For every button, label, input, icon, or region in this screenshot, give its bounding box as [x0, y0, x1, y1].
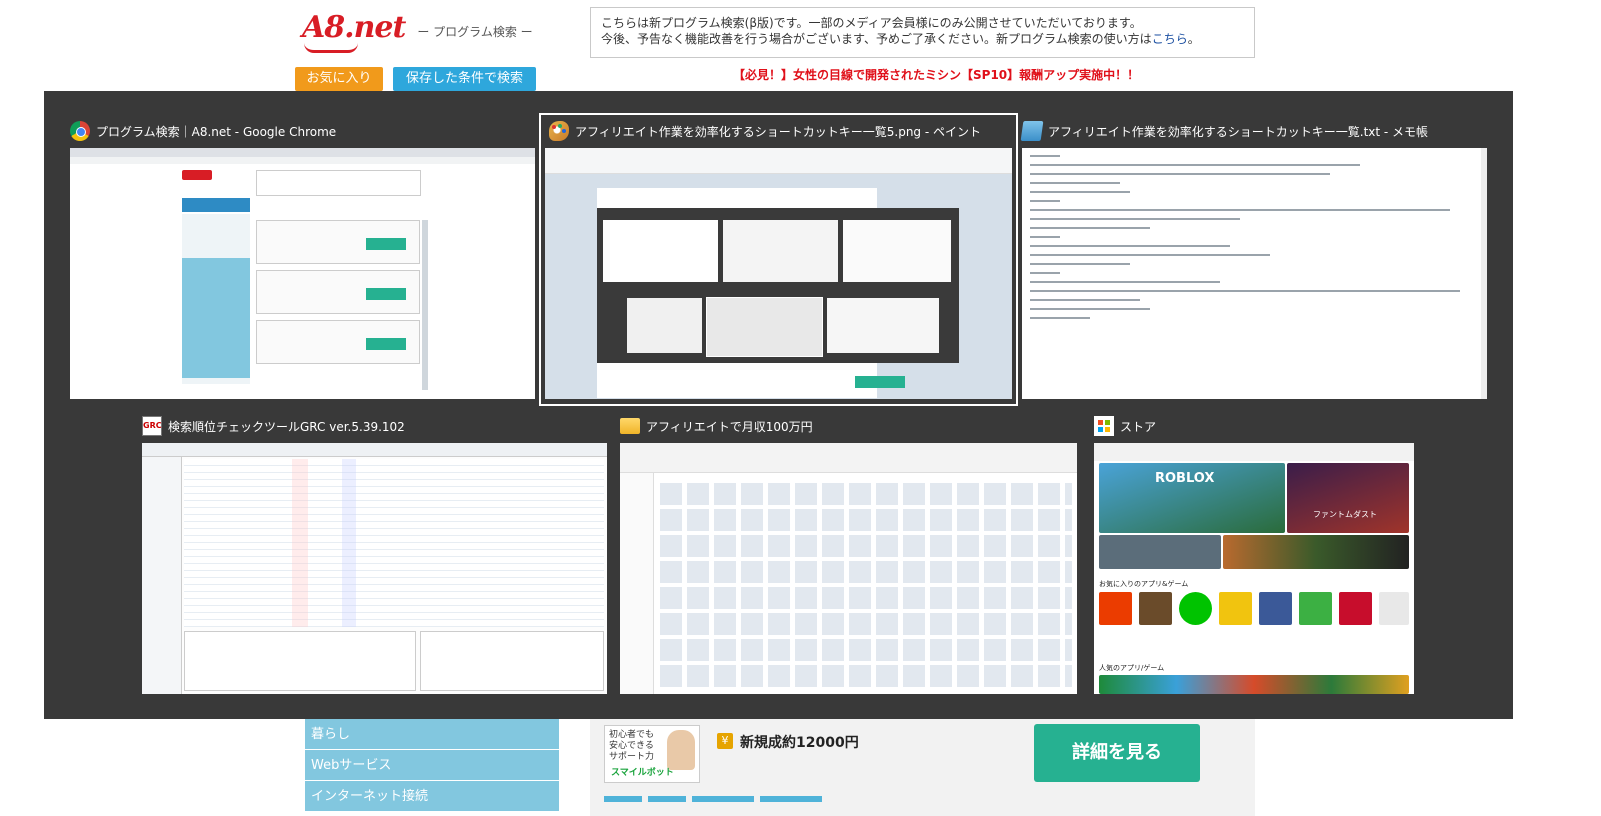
store-icon	[1094, 416, 1114, 436]
chrome-icon	[70, 121, 90, 141]
folder-icon	[620, 418, 640, 434]
task-switcher: プログラム検索｜A8.net - Google Chrome アフィリエイト作業…	[44, 91, 1513, 719]
program-banner-image[interactable]: 初心者でも安心できるサポート力 スマイルボット	[604, 725, 700, 783]
howto-link[interactable]: こちら	[1152, 32, 1188, 46]
notice-line-2: 今後、予告なく機能改善を行う場合がございます、予めご了承ください。新プログラム検…	[601, 32, 1200, 46]
phantom-dust-hero[interactable]: ファントムダスト	[1287, 463, 1409, 533]
window-explorer[interactable]: アフィリエイトで月収100万円	[620, 415, 1077, 694]
reward-amount: 新規成約12000円	[740, 735, 859, 751]
paint-icon	[549, 121, 569, 141]
category-sidebar: 暮らし Webサービス インターネット接続	[305, 719, 559, 812]
section-favorites: お気に入りのアプリ&ゲーム	[1099, 580, 1189, 588]
notepad-icon	[1020, 121, 1044, 141]
yen-icon: ¥	[717, 733, 733, 749]
window-grc[interactable]: GRC 検索順位チェックツールGRC ver.5.39.102	[142, 415, 607, 694]
window-title: 検索順位チェックツールGRC ver.5.39.102	[168, 419, 405, 434]
window-thumbnail	[70, 148, 535, 399]
window-title: ストア	[1120, 419, 1157, 434]
operator-photo	[667, 730, 695, 770]
window-thumbnail: ROBLOX ファントムダスト お気に入りのアプリ&ゲーム 人気のアプリ/ゲーム	[1094, 443, 1414, 694]
saved-search-button[interactable]: 保存した条件で検索	[393, 67, 536, 91]
view-details-button[interactable]: 詳細を見る	[1034, 724, 1200, 782]
a8-logo[interactable]: A8.net ー プログラム検索 ー	[302, 10, 533, 53]
promo-banner[interactable]: 【必見！】女性の目線で開発されたミシン【SP10】報酬アップ実施中！！	[733, 66, 1139, 83]
sidebar-item-living[interactable]: 暮らし	[305, 719, 559, 750]
logo-mark: A8.net	[302, 10, 406, 53]
section-popular: 人気のアプリ/ゲーム	[1099, 664, 1165, 672]
program-tags	[604, 796, 822, 802]
favorites-button[interactable]: お気に入り	[295, 67, 383, 91]
window-paint[interactable]: アフィリエイト作業を効率化するショートカットキー一覧5.png - ペイント	[539, 113, 1018, 406]
window-title: プログラム検索｜A8.net - Google Chrome	[96, 124, 337, 139]
program-card: 初心者でも安心できるサポート力 スマイルボット ¥ 新規成約12000円 詳細を…	[590, 719, 1255, 816]
window-thumbnail	[1022, 148, 1487, 399]
sidebar-item-internet[interactable]: インターネット接続	[305, 781, 559, 812]
banner-brand: スマイルボット	[611, 768, 674, 778]
sidebar-item-web-service[interactable]: Webサービス	[305, 750, 559, 781]
grc-icon: GRC	[142, 416, 162, 436]
logo-subtitle: ー プログラム検索 ー	[417, 25, 533, 39]
roblox-hero[interactable]: ROBLOX	[1099, 463, 1285, 533]
window-title: アフィリエイトで月収100万円	[646, 419, 813, 434]
beta-notice: こちらは新プログラム検索(β版)です。一部のメディア会員様にのみ公開させていただ…	[590, 7, 1255, 58]
window-title: アフィリエイト作業を効率化するショートカットキー一覧.txt - メモ帳	[1048, 124, 1429, 139]
window-title: アフィリエイト作業を効率化するショートカットキー一覧5.png - ペイント	[575, 124, 982, 139]
window-thumbnail	[545, 148, 1012, 399]
window-store[interactable]: ストア ROBLOX ファントムダスト お気に入りのアプリ&ゲーム 人気のアプリ…	[1094, 415, 1414, 694]
window-notepad[interactable]: アフィリエイト作業を効率化するショートカットキー一覧.txt - メモ帳	[1020, 120, 1487, 399]
window-thumbnail	[620, 443, 1077, 694]
window-chrome[interactable]: プログラム検索｜A8.net - Google Chrome	[70, 120, 535, 399]
window-thumbnail	[142, 443, 607, 694]
notice-line-1: こちらは新プログラム検索(β版)です。一部のメディア会員様にのみ公開させていただ…	[601, 16, 1142, 30]
